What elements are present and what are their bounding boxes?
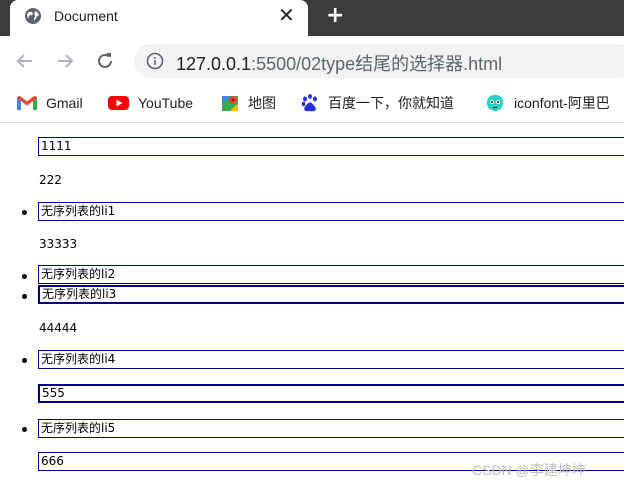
- bookmark-label: YouTube: [138, 95, 194, 111]
- gmail-icon: [17, 96, 37, 110]
- iconfont-icon: [487, 95, 503, 111]
- forward-arrow-icon[interactable]: [52, 48, 78, 74]
- paragraph-222: 222: [39, 173, 62, 187]
- list-item-li4: 无序列表的li4: [38, 350, 624, 369]
- list-item-li2: 无序列表的li2: [38, 265, 624, 284]
- bookmark-maps[interactable]: 地图: [220, 92, 276, 114]
- csdn-watermark: CSDN @李建坤坤: [472, 462, 586, 478]
- list-bullet: [22, 274, 27, 279]
- info-icon[interactable]: [146, 52, 164, 70]
- close-icon[interactable]: ✕: [278, 5, 295, 25]
- toolbar: 127.0.0.1:5500/02type结尾的选择器.html: [0, 36, 624, 86]
- bookmark-label: Gmail: [46, 95, 83, 111]
- youtube-icon: [108, 96, 129, 110]
- list-item-li5: 无序列表的li5: [38, 419, 624, 438]
- bookmark-label: 地图: [248, 95, 276, 111]
- globe-icon: [25, 8, 41, 24]
- page-content: 1111 222 无序列表的li1 33333 无序列表的li2 无序列表的li…: [0, 123, 624, 489]
- tab-document[interactable]: Document ✕: [10, 0, 308, 36]
- url-text[interactable]: 127.0.0.1:5500/02type结尾的选择器.html: [176, 50, 502, 76]
- maps-icon: [222, 96, 238, 111]
- bookmark-gmail[interactable]: Gmail: [16, 92, 83, 114]
- paragraph-33333: 33333: [39, 237, 78, 251]
- paragraph-555: 555: [38, 384, 624, 403]
- bookmarks-bar: Gmail YouTube 地图 百度一下，你就知道 iconfont-阿里巴: [0, 86, 624, 123]
- list-item-li3: 无序列表的li3: [38, 285, 624, 304]
- bookmark-baidu[interactable]: 百度一下，你就知道: [300, 92, 454, 114]
- bookmark-iconfont[interactable]: iconfont-阿里巴: [484, 92, 610, 114]
- tab-strip: Document ✕ +: [0, 0, 624, 36]
- bookmark-label: iconfont-阿里巴: [514, 95, 610, 111]
- reload-icon[interactable]: [92, 48, 118, 74]
- list-bullet: [22, 427, 27, 432]
- url-path: :5500/02type结尾的选择器.html: [251, 54, 503, 74]
- list-item-li1: 无序列表的li1: [38, 202, 624, 221]
- back-arrow-icon[interactable]: [12, 48, 38, 74]
- list-bullet: [22, 210, 27, 215]
- bookmark-youtube[interactable]: YouTube: [108, 92, 193, 114]
- new-tab-button[interactable]: +: [326, 5, 344, 27]
- list-bullet: [22, 358, 27, 363]
- paragraph-44444: 44444: [39, 321, 78, 335]
- address-bar[interactable]: 127.0.0.1:5500/02type结尾的选择器.html: [134, 44, 624, 78]
- baidu-icon: [301, 94, 317, 112]
- url-host: 127.0.0.1: [176, 54, 252, 74]
- tab-title: Document: [54, 8, 118, 24]
- bookmark-label: 百度一下，你就知道: [328, 95, 454, 111]
- list-bullet: [22, 294, 27, 299]
- paragraph-1111: 1111: [38, 137, 624, 156]
